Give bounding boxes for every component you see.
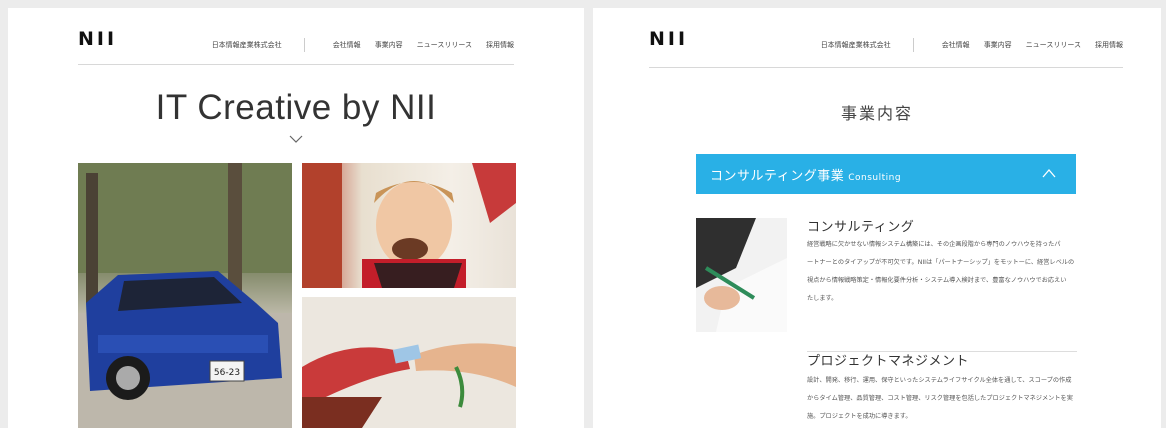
chevron-up-icon[interactable]: [1042, 168, 1056, 178]
service-line: 設計、開発、移行、運用、保守といったシステムライフサイクル全体を通して、スコープ…: [807, 377, 1072, 384]
home-page-panel: NII 日本情報産業株式会社 会社情報 事業内容 ニュースリリース 採用情報 I…: [8, 8, 584, 428]
nav-item-news[interactable]: ニュースリリース: [417, 40, 472, 50]
service-line: 経営戦略に欠かせない情報システム構築には、その企画段階から専門のノウハウを持った…: [807, 241, 1061, 248]
service-line: 視点から情報戦略策定・情報化要件分析・システム導入検討まで、豊富なノウハウでお応…: [807, 277, 1067, 284]
nav-item-news[interactable]: ニュースリリース: [1026, 40, 1081, 50]
accordion-title-en: Consulting: [848, 173, 902, 183]
accordion-title: コンサルティング事業 Consulting: [710, 165, 901, 184]
service-title-project-management: プロジェクトマネジメント: [807, 354, 970, 369]
nav-separator: [303, 38, 305, 52]
chevron-down-icon[interactable]: [289, 132, 303, 146]
site-logo[interactable]: NII: [78, 28, 117, 50]
nav-item-recruit[interactable]: 採用情報: [1095, 40, 1123, 50]
service-body-project-management: 設計、開発、移行、運用、保守といったシステムライフサイクル全体を通して、スコープ…: [807, 372, 1079, 426]
accordion-title-ja: コンサルティング事業: [710, 169, 845, 184]
site-logo[interactable]: NII: [649, 28, 688, 50]
nav-separator: [912, 38, 914, 52]
nav-item-recruit[interactable]: 採用情報: [486, 40, 514, 50]
consulting-photo: [696, 218, 787, 332]
service-line: 施。プロジェクトを成功に導きます。: [807, 413, 912, 420]
service-line: たします。: [807, 295, 838, 302]
nav-item-business[interactable]: 事業内容: [984, 40, 1012, 50]
global-nav: 日本情報産業株式会社 会社情報 事業内容 ニュースリリース 採用情報: [821, 38, 1123, 52]
hands-illustration: [302, 297, 516, 428]
section-title: 事業内容: [840, 104, 913, 123]
nav-company-name[interactable]: 日本情報産業株式会社: [212, 40, 282, 50]
girl-illustration: [302, 163, 516, 288]
site-header: NII 日本情報産業株式会社 会社情報 事業内容 ニュースリリース 採用情報: [78, 8, 514, 65]
business-page-panel: NII 日本情報産業株式会社 会社情報 事業内容 ニュースリリース 採用情報 事…: [593, 8, 1161, 428]
service-line: ートナーとのタイアップが不可欠です。NIIは「パートナーシップ」をモットーに、経…: [807, 259, 1075, 266]
global-nav: 日本情報産業株式会社 会社情報 事業内容 ニュースリリース 採用情報: [212, 38, 514, 52]
card-exchange-photo[interactable]: [302, 297, 516, 428]
nav-item-business[interactable]: 事業内容: [375, 40, 403, 50]
nav-item-company-info[interactable]: 会社情報: [333, 40, 361, 50]
service-line: からタイム管理、品質管理、コスト管理、リスク管理を包括したプロジェクトマネジメン…: [807, 395, 1073, 402]
girl-eating-photo[interactable]: [302, 163, 516, 288]
hero-title: IT Creative by NII: [155, 88, 437, 127]
service-body-consulting: 経営戦略に欠かせない情報システム構築には、その企画段階から専門のノウハウを持った…: [807, 236, 1079, 308]
site-header: NII 日本情報産業株式会社 会社情報 事業内容 ニュースリリース 採用情報: [649, 8, 1123, 68]
nav-company-name[interactable]: 日本情報産業株式会社: [821, 40, 891, 50]
service-title-consulting: コンサルティング: [807, 220, 915, 235]
consulting-accordion-header[interactable]: コンサルティング事業 Consulting: [696, 154, 1076, 194]
pen-writing-illustration: [696, 218, 787, 332]
nav-item-company-info[interactable]: 会社情報: [942, 40, 970, 50]
car-photo[interactable]: 56-23: [78, 163, 292, 428]
license-plate-text: 56-23: [214, 368, 240, 378]
car-illustration: 56-23: [78, 163, 292, 428]
